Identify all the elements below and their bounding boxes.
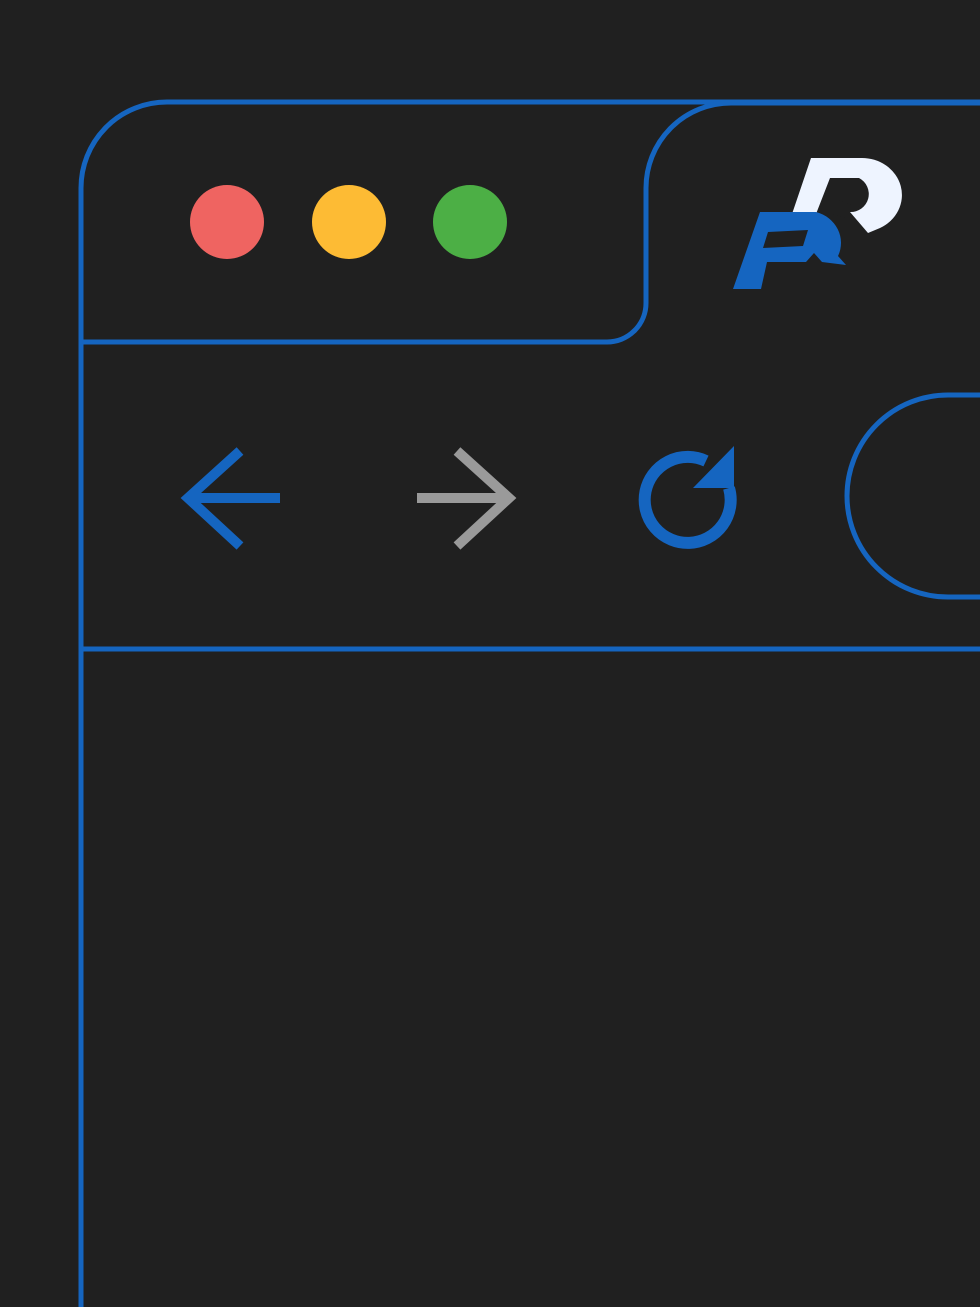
browser-window-frame [78,99,980,1307]
arrow-right-icon[interactable] [417,447,517,550]
minimize-dot[interactable] [312,185,386,259]
arrow-left-icon[interactable] [180,447,280,550]
browser-mockup [0,0,980,1307]
address-bar-input[interactable] [870,420,974,572]
reload-icon[interactable] [638,446,737,549]
maximize-dot[interactable] [433,185,507,259]
brand-logo-icon[interactable] [733,157,902,289]
close-dot[interactable] [190,185,264,259]
window-outline [78,99,980,1307]
